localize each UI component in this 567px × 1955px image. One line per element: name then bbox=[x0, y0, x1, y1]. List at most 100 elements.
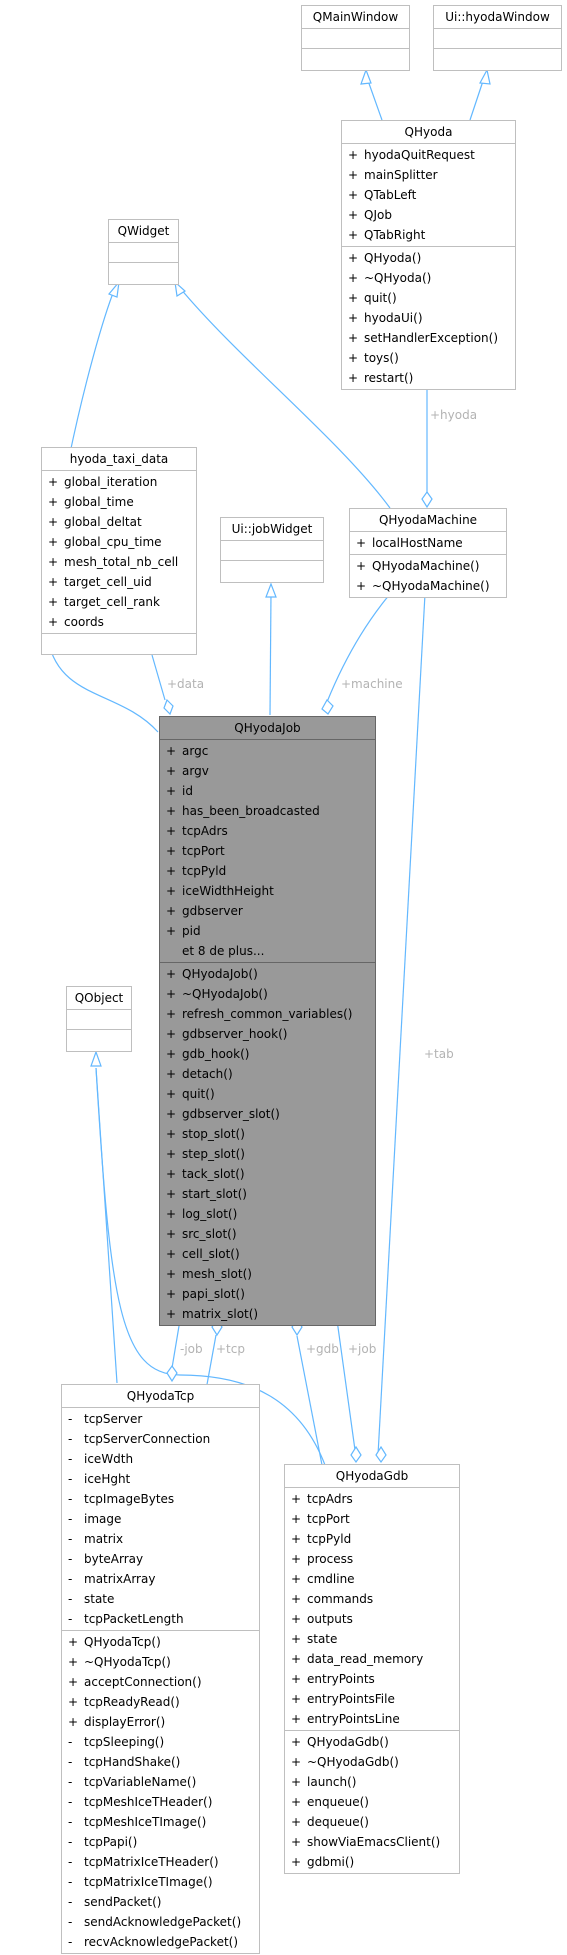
method-row[interactable]: + gdbserver_hook() bbox=[160, 1024, 375, 1044]
method-row[interactable]: + gdb_hook() bbox=[160, 1044, 375, 1064]
method-row[interactable]: - tcpVariableName() bbox=[62, 1772, 259, 1792]
method-row[interactable]: + src_slot() bbox=[160, 1224, 375, 1244]
method-row[interactable]: + launch() bbox=[285, 1772, 459, 1792]
attribute-row[interactable]: + QTabLeft bbox=[342, 185, 515, 205]
method-row[interactable]: + restart() bbox=[342, 368, 515, 388]
attribute-row[interactable]: + QJob bbox=[342, 205, 515, 225]
method-row[interactable]: + showViaEmacsClient() bbox=[285, 1832, 459, 1852]
class-uihyodawindow[interactable]: Ui::hyodaWindow bbox=[433, 5, 562, 71]
attribute-row[interactable]: + tcpAdrs bbox=[160, 821, 375, 841]
class-qhyoda[interactable]: QHyoda + hyodaQuitRequest + mainSplitter + QTa… bbox=[341, 120, 516, 390]
method-row[interactable]: + refresh_common_variables() bbox=[160, 1004, 375, 1024]
method-row[interactable]: + gdbserver_slot() bbox=[160, 1104, 375, 1124]
attribute-row[interactable]: + mainSplitter bbox=[342, 165, 515, 185]
attribute-row[interactable]: + target_cell_rank bbox=[42, 592, 196, 612]
attribute-row[interactable]: + gdbserver bbox=[160, 901, 375, 921]
attribute-row[interactable]: + entryPointsLine bbox=[285, 1709, 459, 1729]
method-row[interactable]: + mesh_slot() bbox=[160, 1264, 375, 1284]
attribute-row[interactable]: + global_time bbox=[42, 492, 196, 512]
attribute-row[interactable]: + localHostName bbox=[350, 533, 506, 553]
attribute-row[interactable]: + pid bbox=[160, 921, 375, 941]
attribute-row[interactable]: et 8 de plus... bbox=[160, 941, 375, 961]
attribute-row[interactable]: - tcpImageBytes bbox=[62, 1489, 259, 1509]
method-row[interactable]: + ~QHyodaMachine() bbox=[350, 576, 506, 596]
attribute-row[interactable]: + id bbox=[160, 781, 375, 801]
method-row[interactable]: - sendPacket() bbox=[62, 1892, 259, 1912]
attribute-row[interactable]: + tcpPyld bbox=[285, 1529, 459, 1549]
attribute-row[interactable]: + global_iteration bbox=[42, 472, 196, 492]
attribute-row[interactable]: - matrixArray bbox=[62, 1569, 259, 1589]
method-row[interactable]: - recvAcknowledgePacket() bbox=[62, 1932, 259, 1952]
method-row[interactable]: - tcpHandShake() bbox=[62, 1752, 259, 1772]
attribute-row[interactable]: + entryPoints bbox=[285, 1669, 459, 1689]
attribute-row[interactable]: + target_cell_uid bbox=[42, 572, 196, 592]
attribute-row[interactable]: + argc bbox=[160, 741, 375, 761]
method-row[interactable]: + ~QHyodaGdb() bbox=[285, 1752, 459, 1772]
method-row[interactable]: + enqueue() bbox=[285, 1792, 459, 1812]
attribute-row[interactable]: + process bbox=[285, 1549, 459, 1569]
attribute-row[interactable]: + mesh_total_nb_cell bbox=[42, 552, 196, 572]
attribute-row[interactable]: - matrix bbox=[62, 1529, 259, 1549]
method-row[interactable]: - tcpMeshIceTImage() bbox=[62, 1812, 259, 1832]
method-row[interactable]: + quit() bbox=[342, 288, 515, 308]
method-row[interactable]: - sendAcknowledgePacket() bbox=[62, 1912, 259, 1932]
attribute-row[interactable]: + global_deltat bbox=[42, 512, 196, 532]
method-row[interactable]: + acceptConnection() bbox=[62, 1672, 259, 1692]
attribute-row[interactable]: - tcpServer bbox=[62, 1409, 259, 1429]
attribute-row[interactable]: + hyodaQuitRequest bbox=[342, 145, 515, 165]
method-row[interactable]: + matrix_slot() bbox=[160, 1304, 375, 1324]
class-qhyodamachine[interactable]: QHyodaMachine + localHostName + QHyodaMachin… bbox=[349, 508, 507, 598]
method-row[interactable]: + papi_slot() bbox=[160, 1284, 375, 1304]
attribute-row[interactable]: + tcpPort bbox=[285, 1509, 459, 1529]
method-row[interactable]: + toys() bbox=[342, 348, 515, 368]
method-row[interactable]: + QHyoda() bbox=[342, 248, 515, 268]
method-row[interactable]: + QHyodaMachine() bbox=[350, 556, 506, 576]
method-row[interactable]: + ~QHyodaJob() bbox=[160, 984, 375, 1004]
method-row[interactable]: + ~QHyoda() bbox=[342, 268, 515, 288]
attribute-row[interactable]: - iceHght bbox=[62, 1469, 259, 1489]
method-row[interactable]: - tcpMeshIceTHeader() bbox=[62, 1792, 259, 1812]
attribute-row[interactable]: + outputs bbox=[285, 1609, 459, 1629]
method-row[interactable]: + gdbmi() bbox=[285, 1852, 459, 1872]
class-qobject[interactable]: QObject bbox=[66, 986, 132, 1052]
attribute-row[interactable]: + entryPointsFile bbox=[285, 1689, 459, 1709]
attribute-row[interactable]: - state bbox=[62, 1589, 259, 1609]
class-qwidget[interactable]: QWidget bbox=[108, 219, 179, 285]
method-row[interactable]: + tack_slot() bbox=[160, 1164, 375, 1184]
attribute-row[interactable]: - byteArray bbox=[62, 1549, 259, 1569]
attribute-row[interactable]: + has_been_broadcasted bbox=[160, 801, 375, 821]
method-row[interactable]: + dequeue() bbox=[285, 1812, 459, 1832]
attribute-row[interactable]: - image bbox=[62, 1509, 259, 1529]
method-row[interactable]: + QHyodaTcp() bbox=[62, 1632, 259, 1652]
attribute-row[interactable]: + argv bbox=[160, 761, 375, 781]
method-row[interactable]: + quit() bbox=[160, 1084, 375, 1104]
attribute-row[interactable]: + coords bbox=[42, 612, 196, 632]
attribute-row[interactable]: + tcpAdrs bbox=[285, 1489, 459, 1509]
method-row[interactable]: - tcpMatrixIceTImage() bbox=[62, 1872, 259, 1892]
attribute-row[interactable]: + cmdline bbox=[285, 1569, 459, 1589]
method-row[interactable]: + ~QHyodaTcp() bbox=[62, 1652, 259, 1672]
attribute-row[interactable]: + global_cpu_time bbox=[42, 532, 196, 552]
method-row[interactable]: + QHyodaGdb() bbox=[285, 1732, 459, 1752]
class-qhyodagdb[interactable]: QHyodaGdb + tcpAdrs + tcpPort + tcpPyld + proces… bbox=[284, 1464, 460, 1874]
attribute-row[interactable]: + tcpPort bbox=[160, 841, 375, 861]
class-qmainwindow[interactable]: QMainWindow bbox=[301, 5, 410, 71]
method-row[interactable]: + QHyodaJob() bbox=[160, 964, 375, 984]
attribute-row[interactable]: + iceWidthHeight bbox=[160, 881, 375, 901]
method-row[interactable]: + detach() bbox=[160, 1064, 375, 1084]
method-row[interactable]: + cell_slot() bbox=[160, 1244, 375, 1264]
attribute-row[interactable]: - iceWdth bbox=[62, 1449, 259, 1469]
method-row[interactable]: + step_slot() bbox=[160, 1144, 375, 1164]
method-row[interactable]: + tcpReadyRead() bbox=[62, 1692, 259, 1712]
method-row[interactable]: + start_slot() bbox=[160, 1184, 375, 1204]
class-qhyodajob[interactable]: QHyodaJob + argc + argv + id + has_been_broadcas… bbox=[159, 716, 376, 1326]
class-uijobwidget[interactable]: Ui::jobWidget bbox=[220, 517, 324, 583]
attribute-row[interactable]: + tcpPyld bbox=[160, 861, 375, 881]
method-row[interactable]: + log_slot() bbox=[160, 1204, 375, 1224]
method-row[interactable]: + setHandlerException() bbox=[342, 328, 515, 348]
class-qhyodatcp[interactable]: QHyodaTcp - tcpServer - tcpServerConnection -… bbox=[61, 1384, 260, 1954]
class-hyoda-taxi-data[interactable]: hyoda_taxi_data + global_iteration + global_… bbox=[41, 447, 197, 655]
method-row[interactable]: + hyodaUi() bbox=[342, 308, 515, 328]
attribute-row[interactable]: - tcpPacketLength bbox=[62, 1609, 259, 1629]
attribute-row[interactable]: + commands bbox=[285, 1589, 459, 1609]
